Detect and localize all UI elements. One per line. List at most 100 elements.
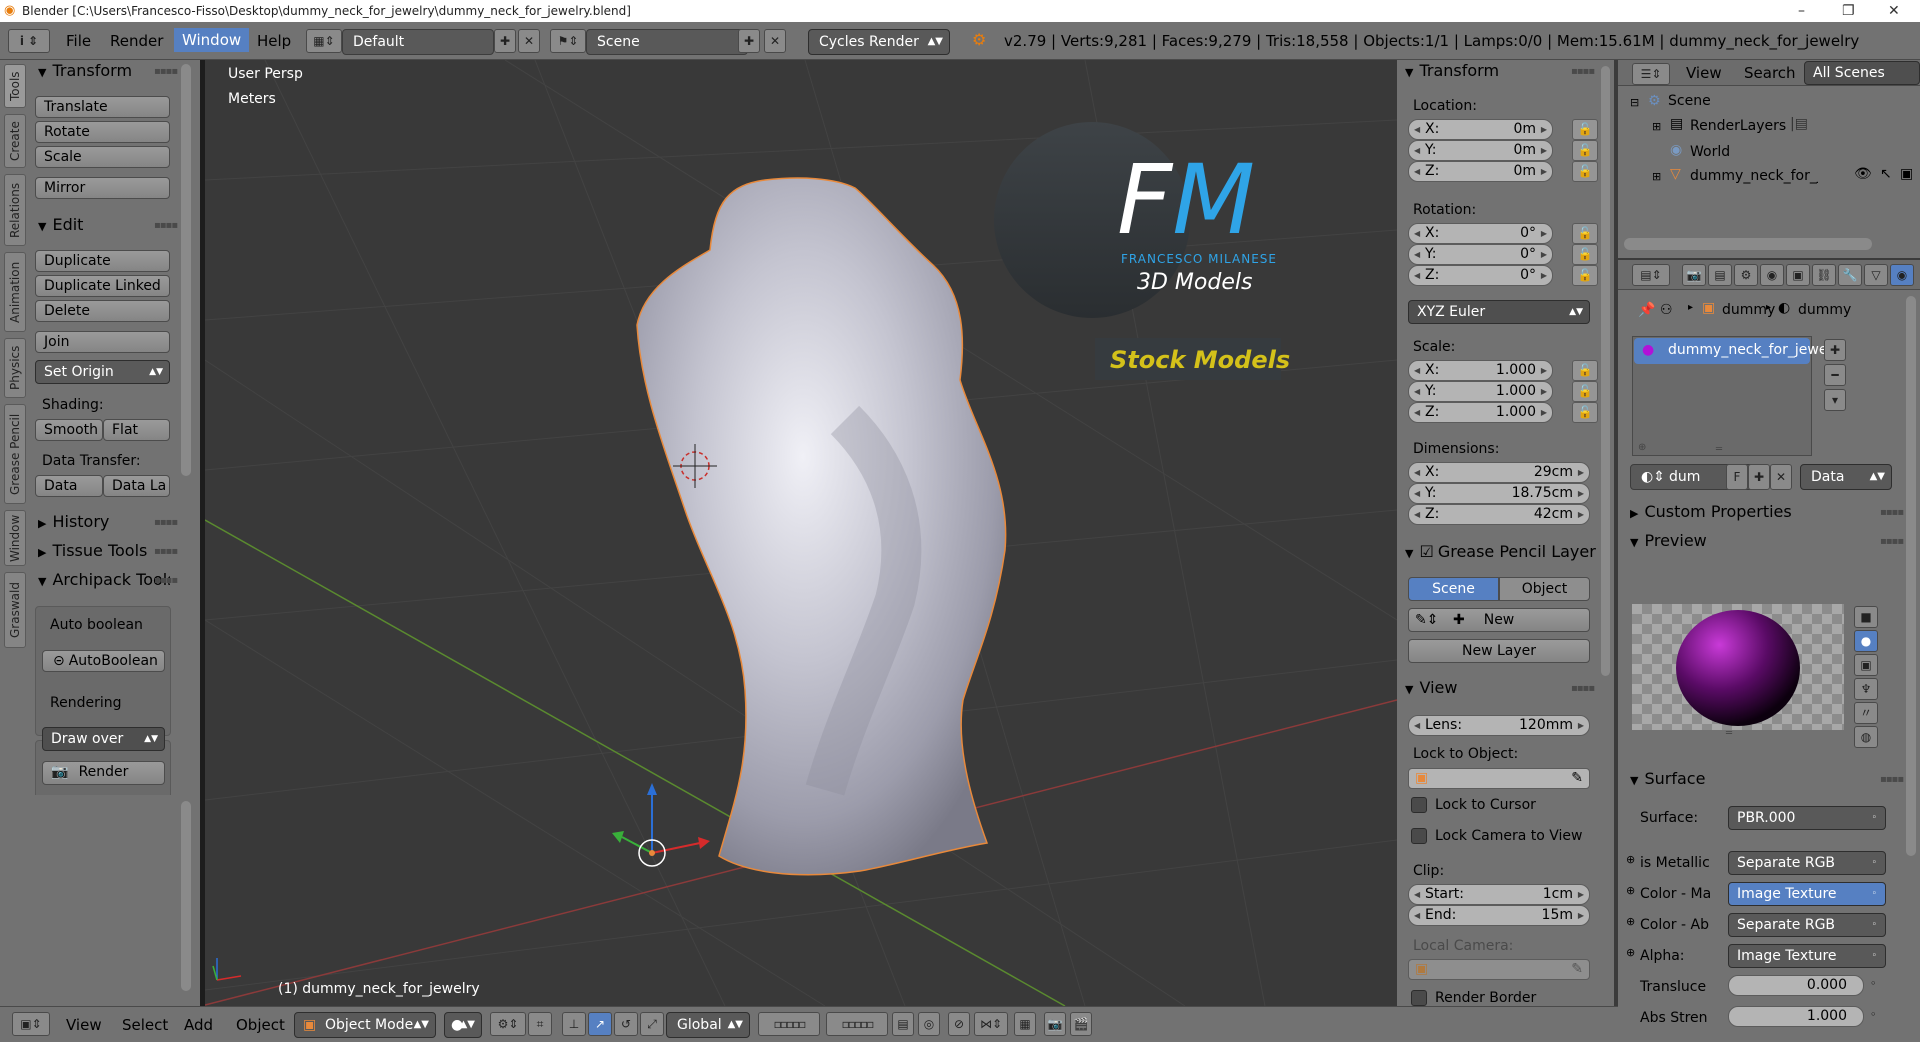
lock-icon[interactable]: 🔓 bbox=[1572, 265, 1598, 286]
history-panel-header[interactable]: ▶ History bbox=[38, 512, 109, 531]
transform-panel-header[interactable]: ▼ Transform bbox=[1405, 61, 1499, 80]
local-camera-field[interactable]: ▣ ✎ bbox=[1408, 959, 1590, 980]
lens-field[interactable]: ◀ Lens: 120mm ▶ bbox=[1408, 715, 1590, 736]
render-button[interactable]: 📷 Render bbox=[42, 761, 165, 785]
transform-panel-header[interactable]: ▼ Transform bbox=[38, 61, 132, 80]
modifiers-tab-icon[interactable]: 🔧 bbox=[1838, 264, 1862, 286]
resize-grip-icon[interactable]: ═ bbox=[1726, 728, 1732, 739]
tab-physics[interactable]: Physics bbox=[4, 338, 26, 398]
scale-z-field[interactable]: ◀ Z: 1.000 ▶ bbox=[1408, 402, 1553, 423]
drag-grip-icon[interactable]: ▪▪▪▪ bbox=[154, 546, 178, 557]
preview-sphere-icon[interactable]: ● bbox=[1854, 630, 1878, 652]
move-manipulator-icon[interactable]: ↗ bbox=[588, 1012, 612, 1036]
manipulator-toggle-icon[interactable]: ⌗ bbox=[528, 1012, 552, 1036]
grease-pencil-panel-header[interactable]: ▼ ☑ Grease Pencil Layer bbox=[1405, 542, 1596, 561]
translate-manipulator-icon[interactable]: ⊥ bbox=[562, 1012, 586, 1036]
screen-layout-icon[interactable]: ▦⇕ bbox=[306, 29, 342, 53]
smooth-button[interactable]: Smooth bbox=[35, 419, 103, 441]
edit-panel-header[interactable]: ▼ Edit bbox=[38, 215, 83, 234]
maximize-button[interactable]: ❐ bbox=[1842, 0, 1855, 22]
scale-button[interactable]: Scale bbox=[35, 146, 170, 168]
add-slot-icon[interactable]: ✚ bbox=[1824, 339, 1846, 361]
lock-to-cursor-checkbox[interactable] bbox=[1411, 797, 1427, 813]
outliner-hscrollbar[interactable] bbox=[1624, 238, 1872, 250]
interaction-mode-dropdown[interactable]: ▣ Object Mode ▲▼ bbox=[294, 1012, 436, 1038]
duplicate-button[interactable]: Duplicate bbox=[35, 250, 170, 272]
constraints-tab-icon[interactable]: ⛓ bbox=[1812, 264, 1836, 286]
scale-manipulator-icon[interactable]: ⤢ bbox=[640, 1012, 664, 1036]
location-z-field[interactable]: ◀ Z: 0m ▶ bbox=[1408, 161, 1553, 182]
alpha-input-dropdown[interactable]: Image Texture ◦ bbox=[1728, 944, 1886, 968]
expand-socket-icon[interactable]: ⊕ bbox=[1626, 853, 1635, 866]
archipack-panel-header[interactable]: ▼ Archipack Tools bbox=[38, 570, 170, 589]
expand-socket-icon[interactable]: ⊕ bbox=[1626, 884, 1635, 897]
location-x-field[interactable]: ◀ X: 0m ▶ bbox=[1408, 119, 1553, 140]
opengl-animation-icon[interactable]: 🎬 bbox=[1070, 1012, 1092, 1036]
outliner-item-world[interactable]: World bbox=[1690, 144, 1730, 160]
remove-scene-icon[interactable]: ✕ bbox=[764, 29, 786, 53]
scene-toggle[interactable]: Scene bbox=[1408, 577, 1499, 601]
new-layer-button[interactable]: New Layer bbox=[1408, 639, 1590, 663]
flat-button[interactable]: Flat bbox=[103, 419, 170, 441]
drag-grip-icon[interactable]: ▪▪▪▪ bbox=[154, 575, 178, 586]
add-circle-icon[interactable]: ⊕ bbox=[1638, 442, 1646, 453]
clip-start-field[interactable]: ◀ Start: 1cm ▶ bbox=[1408, 884, 1590, 905]
sidebar-scrollbar[interactable] bbox=[1601, 66, 1610, 676]
pivot-point-icon[interactable]: ⚙⇕ bbox=[490, 1012, 526, 1036]
preview-flat-icon[interactable]: ■ bbox=[1854, 606, 1878, 628]
eye-icon[interactable]: 👁 bbox=[1854, 166, 1872, 182]
drag-grip-icon[interactable]: ▪▪▪▪ bbox=[154, 517, 178, 528]
editor-type-info-icon[interactable]: i ⇕ bbox=[8, 29, 50, 53]
view-panel-header[interactable]: ▼ View bbox=[1405, 678, 1457, 697]
lock-icon[interactable]: 🔓 bbox=[1572, 140, 1598, 161]
layers-first-block[interactable]: ▫▫▫▫▫ bbox=[758, 1012, 820, 1036]
rotation-x-field[interactable]: ◀ X: 0° ▶ bbox=[1408, 223, 1553, 244]
data-layout-button[interactable]: Data La bbox=[103, 475, 170, 497]
rotation-z-field[interactable]: ◀ Z: 0° ▶ bbox=[1408, 265, 1553, 286]
tab-graswald[interactable]: Graswald bbox=[4, 572, 26, 648]
properties-scrollbar[interactable] bbox=[1906, 296, 1916, 856]
checkbox-checked-icon[interactable]: ☑ bbox=[1419, 542, 1433, 561]
pin-icon[interactable]: 📌 bbox=[1638, 302, 1655, 318]
opengl-render-icon[interactable]: 📷 bbox=[1044, 1012, 1066, 1036]
view-menu[interactable]: View bbox=[66, 1016, 102, 1034]
outliner-item-object[interactable]: dummy_neck_for_jewe bbox=[1690, 168, 1818, 184]
render-border-checkbox[interactable] bbox=[1411, 990, 1427, 1006]
lock-icon[interactable]: 🔓 bbox=[1572, 119, 1598, 140]
tissue-panel-header[interactable]: ▶ Tissue Tools bbox=[38, 541, 147, 560]
clip-end-field[interactable]: ◀ End: 15m ▶ bbox=[1408, 905, 1590, 926]
dimension-x-field[interactable]: ◀ X: 29cm ▶ bbox=[1408, 462, 1590, 483]
snap-target-icon[interactable]: ▦ bbox=[1014, 1012, 1036, 1036]
cursor-select-icon[interactable]: ↖ bbox=[1880, 166, 1892, 182]
surface-shader-dropdown[interactable]: PBR.000 ◦ bbox=[1728, 806, 1886, 830]
render-tab-icon[interactable]: 📷 bbox=[1682, 264, 1706, 286]
outliner-search-menu[interactable]: Search bbox=[1744, 64, 1796, 82]
outliner-view-menu[interactable]: View bbox=[1686, 64, 1722, 82]
data-button[interactable]: Data bbox=[35, 475, 103, 497]
camera-render-icon[interactable]: ▣ bbox=[1900, 166, 1913, 182]
layout-name-field[interactable]: Default bbox=[342, 29, 494, 55]
tab-relations[interactable]: Relations bbox=[4, 174, 26, 246]
drag-grip-icon[interactable]: ▪▪▪▪ bbox=[1571, 683, 1595, 694]
is-metallic-input-dropdown[interactable]: Separate RGB ◦ bbox=[1728, 851, 1886, 875]
minimize-button[interactable]: – bbox=[1798, 0, 1805, 22]
dimension-y-field[interactable]: ◀ Y: 18.75cm ▶ bbox=[1408, 483, 1590, 504]
tab-window[interactable]: Window bbox=[4, 510, 26, 566]
menu-file[interactable]: File bbox=[66, 32, 91, 50]
scale-y-field[interactable]: ◀ Y: 1.000 ▶ bbox=[1408, 381, 1553, 402]
object-tab-icon[interactable]: ▣ bbox=[1786, 264, 1810, 286]
socket-link-icon[interactable]: ◦ bbox=[1870, 1008, 1877, 1021]
transluce-field[interactable]: 0.000 bbox=[1728, 975, 1864, 996]
drag-grip-icon[interactable]: ▪▪▪▪ bbox=[1880, 507, 1904, 518]
lock-icon[interactable]: 🔓 bbox=[1572, 223, 1598, 244]
drag-grip-icon[interactable]: ▪▪▪▪ bbox=[154, 66, 178, 77]
draw-over-dropdown[interactable]: Draw over ▲▼ bbox=[42, 727, 165, 751]
lock-icon[interactable]: 🔓 bbox=[1572, 402, 1598, 423]
scene-icon[interactable]: ⚑⇕ bbox=[550, 29, 586, 53]
lock-icon[interactable]: 🔓 bbox=[1572, 360, 1598, 381]
object-menu[interactable]: Object bbox=[236, 1016, 285, 1034]
tab-grease-pencil[interactable]: Grease Pencil bbox=[4, 404, 26, 504]
drag-grip-icon[interactable]: ▪▪▪▪ bbox=[1880, 536, 1904, 547]
autoboolean-button[interactable]: ⊝ AutoBoolean bbox=[42, 650, 165, 672]
expand-toggle-icon[interactable]: ⊟ bbox=[1630, 96, 1639, 109]
